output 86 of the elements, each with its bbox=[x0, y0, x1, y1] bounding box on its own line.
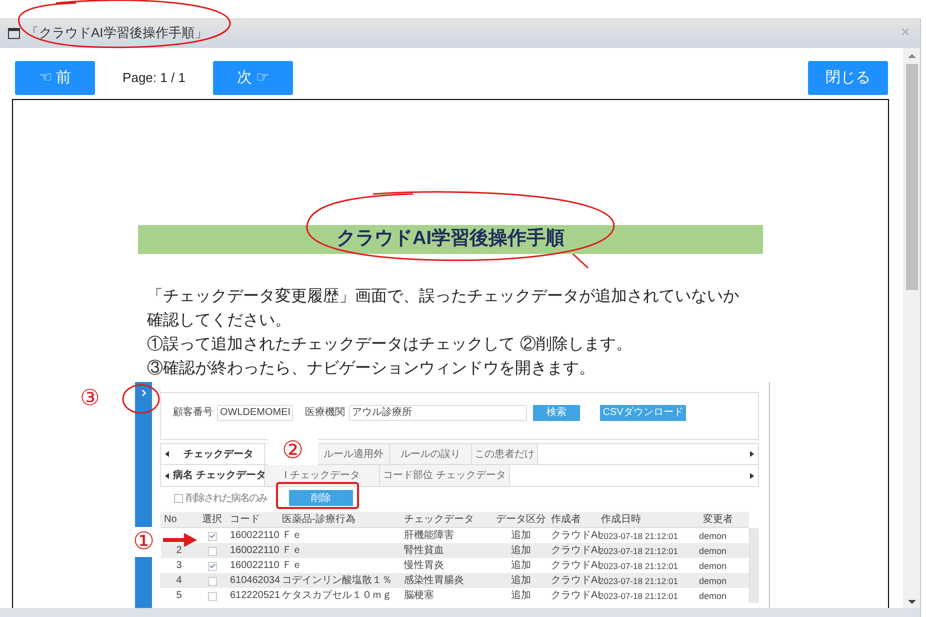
table-cell-text: 160022110 bbox=[229, 529, 278, 543]
step-marker: ① bbox=[133, 528, 155, 556]
download-button[interactable]: CSVダウンロード bbox=[600, 405, 686, 421]
close-dialog-button[interactable]: 閉じる bbox=[808, 61, 888, 95]
table-cell-text: クラウドAI bbox=[550, 559, 597, 573]
table-cell-text: 160022110 bbox=[229, 544, 278, 558]
text-field[interactable]: OWLDEMOMEI bbox=[217, 405, 293, 421]
search-button[interactable]: 検索 bbox=[533, 405, 580, 421]
table-cell-text: demon bbox=[698, 560, 728, 573]
table-cell-text: 追加 bbox=[510, 528, 532, 543]
field-label: 顧客番号 bbox=[173, 406, 213, 420]
table-cell-text: Ｆｅ bbox=[281, 559, 303, 573]
table-cell-text: ケタスカプセル１０ｍｇ bbox=[281, 588, 393, 603]
table-row[interactable]: 2 160022110 Ｆｅ 腎性貧血 追加 クラウドAI2023-07-18 21:12:01 demon bbox=[160, 543, 749, 558]
instruction-line: 確認してください。 bbox=[147, 309, 291, 331]
tab[interactable]: I チェックデータ bbox=[265, 465, 380, 486]
row-checkbox[interactable] bbox=[208, 576, 216, 586]
previous-button[interactable]: ☜ 前 bbox=[15, 61, 95, 95]
table-cell-text: クラウドAI bbox=[550, 589, 597, 603]
row-checkbox[interactable] bbox=[208, 562, 216, 570]
table-cell-text: 612220521 bbox=[229, 589, 278, 603]
instruction-line: ③確認が終わったら、ナビゲーションウィンドウを開きます。 bbox=[147, 357, 595, 379]
tab[interactable]: 病名 チェックデータ bbox=[173, 465, 265, 486]
scroll-up-icon[interactable] bbox=[908, 54, 916, 58]
checkbox[interactable] bbox=[174, 494, 183, 502]
annotation-arrow bbox=[163, 533, 197, 547]
instruction-line: ①誤って追加されたチェックデータはチェックして ②削除します。 bbox=[147, 333, 632, 355]
row-number: 4 bbox=[176, 575, 182, 586]
table-cell-text: 感染性胃腸炎 bbox=[403, 574, 465, 588]
tab[interactable]: この患者だけ bbox=[472, 444, 538, 464]
row-number: 2 bbox=[176, 545, 182, 556]
text-field[interactable]: アウル診療所 bbox=[349, 405, 527, 421]
table-cell-text: 追加 bbox=[510, 544, 532, 558]
table-cell-text: 脳梗塞 bbox=[403, 588, 435, 603]
delete-button[interactable]: 削除 bbox=[289, 490, 353, 506]
document-heading: クラウドAI学習後操作手順 bbox=[138, 225, 763, 254]
table-scrollbar[interactable] bbox=[749, 528, 759, 603]
column-header: 作成者 bbox=[550, 512, 582, 527]
tab[interactable]: ルール適用外 bbox=[318, 444, 390, 464]
table-cell-text: 慢性胃炎 bbox=[402, 558, 445, 573]
column-header: チェックデータ bbox=[403, 513, 475, 527]
row-checkbox[interactable] bbox=[208, 532, 216, 540]
window-icon bbox=[8, 28, 20, 38]
scrollbar-thumb[interactable] bbox=[906, 64, 918, 290]
scroll-down-icon[interactable] bbox=[908, 600, 916, 604]
scrollbar[interactable] bbox=[903, 48, 920, 608]
row-number: 5 bbox=[176, 590, 182, 601]
tab[interactable]: ルールの誤り bbox=[390, 444, 472, 464]
column-header: 作成日時 bbox=[600, 512, 642, 527]
page-indicator: Page: 1 / 1 bbox=[122, 69, 186, 88]
column-header: No bbox=[163, 513, 178, 527]
step-marker: ② bbox=[282, 437, 304, 465]
annotation-circle bbox=[121, 383, 161, 415]
table-cell-text: 追加 bbox=[510, 558, 532, 573]
table-cell-text: Ｆｅ bbox=[281, 529, 303, 543]
column-header: データ区分 bbox=[495, 513, 547, 527]
table-cell-text: 610462034 bbox=[229, 574, 278, 588]
column-header: 選択 bbox=[201, 513, 223, 527]
table-cell-text: Ｆｅ bbox=[281, 544, 303, 558]
step-marker: ③ bbox=[80, 384, 100, 412]
table-cell-text: クラウドAI bbox=[550, 529, 597, 543]
checkbox-label: 削除された病名のみ bbox=[186, 492, 267, 506]
table-cell-text: demon bbox=[698, 590, 728, 603]
row-number: 3 bbox=[176, 560, 182, 571]
table-cell-text: demon bbox=[698, 575, 728, 588]
table-cell-text: クラウドAI bbox=[550, 574, 597, 588]
row-checkbox[interactable] bbox=[208, 592, 216, 600]
tab[interactable]: コード部位 チェックデータ bbox=[380, 465, 510, 486]
column-header: コード bbox=[229, 513, 261, 527]
table-cell-text: コデインリン酸塩散１％ bbox=[281, 574, 393, 588]
table-cell-text: demon bbox=[698, 545, 728, 558]
table-cell-text: 腎性貧血 bbox=[403, 544, 445, 558]
table-cell-text: 肝機能障害 bbox=[403, 528, 455, 543]
table-cell-text: クラウドAI bbox=[550, 544, 597, 558]
table-row[interactable]: 4 610462034 コデインリン酸塩散１％ 感染性胃腸炎 追加 クラウドAI2023-07-18 21:12:01 demon bbox=[160, 573, 749, 588]
column-header: 医薬品-診療行為 bbox=[281, 512, 356, 527]
field-label: 医療機関 bbox=[305, 406, 345, 420]
instruction-line: 「チェックデータ変更履歴」画面で、誤ったチェックデータが追加されていないか bbox=[147, 285, 739, 307]
table-cell-text: 追加 bbox=[510, 588, 532, 603]
window-title: 「クラウドAI学習後操作手順」 bbox=[26, 24, 208, 42]
table-cell-text: 追加 bbox=[510, 574, 532, 588]
table-cell-text: 160022110 bbox=[229, 559, 278, 573]
table-cell-text: demon bbox=[698, 530, 728, 543]
column-header: 変更者 bbox=[702, 512, 734, 527]
next-button[interactable]: 次 ☞ bbox=[213, 61, 293, 95]
row-checkbox[interactable] bbox=[208, 546, 216, 556]
